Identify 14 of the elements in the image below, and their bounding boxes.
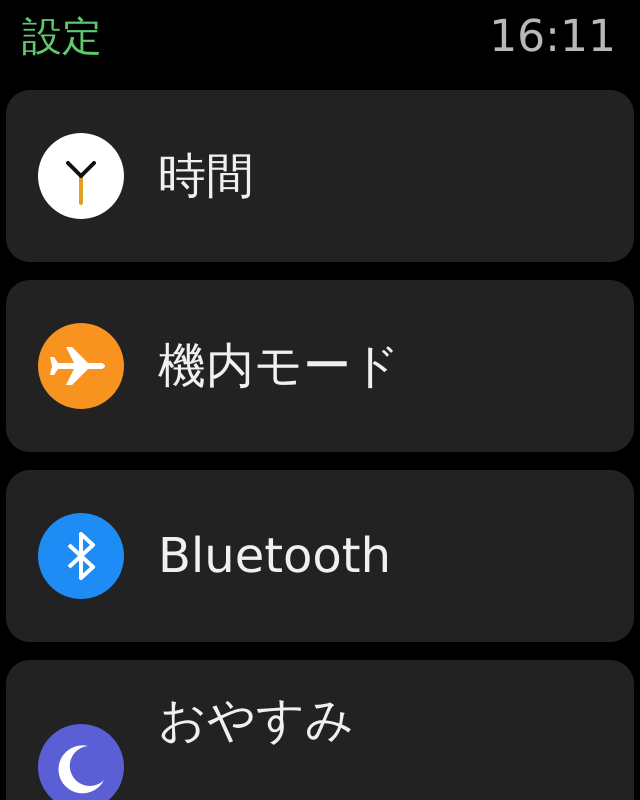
back-title[interactable]: 設定 <box>22 8 102 64</box>
settings-item[interactable]: Bluetooth <box>6 470 634 642</box>
settings-item[interactable]: おやすみ <box>6 660 634 800</box>
bluetooth-icon <box>38 513 124 599</box>
settings-item[interactable]: 時間 <box>6 90 634 262</box>
clock-time: 16:11 <box>489 10 616 62</box>
settings-item[interactable]: 機内モード <box>6 280 634 452</box>
item-label: おやすみ <box>158 691 354 750</box>
item-label: Bluetooth <box>158 528 392 584</box>
item-label: 機内モード <box>158 337 400 396</box>
moon-icon <box>38 724 124 800</box>
clock-icon <box>38 133 124 219</box>
airplane-icon <box>38 323 124 409</box>
item-label: 時間 <box>158 147 254 206</box>
